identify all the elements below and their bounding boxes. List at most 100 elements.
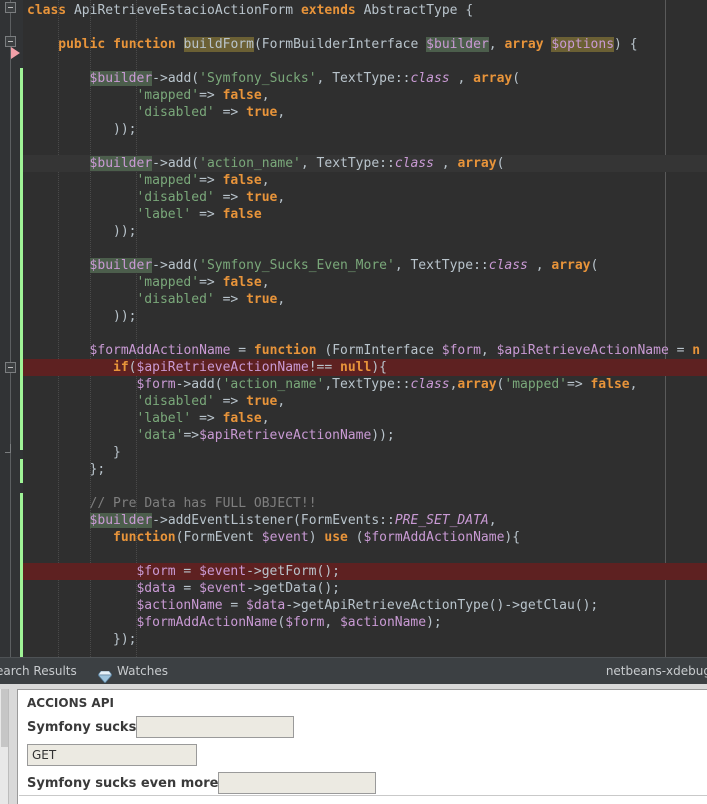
input-method-get[interactable] bbox=[27, 744, 197, 766]
code-token: => bbox=[191, 411, 223, 426]
code-token: 'label' bbox=[136, 411, 192, 426]
tab-search-results-label: earch Results bbox=[0, 664, 77, 678]
tab-watches-label: Watches bbox=[117, 664, 168, 678]
code-token: $event bbox=[261, 530, 309, 545]
code-line[interactable]: 'label' => false, bbox=[136, 410, 269, 427]
code-token: => bbox=[214, 292, 247, 307]
code-line[interactable]: 'data'=>$apiRetrieveActionName)); bbox=[136, 427, 394, 444]
tab-search-results[interactable]: earch Results bbox=[0, 658, 77, 685]
code-token: 'label' bbox=[136, 207, 192, 222]
input-symfony-sucks[interactable] bbox=[136, 716, 295, 738]
error-line-highlight bbox=[23, 563, 707, 580]
code-line[interactable]: )); bbox=[113, 223, 136, 240]
browser-form-panel[interactable]: ACCIONS API Symfony sucks Symfony sucks … bbox=[0, 684, 707, 804]
code-line[interactable]: 'mapped'=> false, bbox=[136, 87, 269, 104]
form-row-symfony-sucks-even-more[interactable]: Symfony sucks even more bbox=[27, 772, 377, 794]
code-line[interactable]: $builder->add('Symfony_Sucks', TextType:… bbox=[89, 70, 521, 87]
code-token: public bbox=[58, 37, 114, 52]
code-line[interactable]: 'disabled' => true, bbox=[136, 104, 285, 121]
code-line[interactable]: }); bbox=[113, 631, 136, 648]
code-token: ){ bbox=[504, 530, 521, 545]
code-line[interactable]: )); bbox=[113, 121, 136, 138]
code-line[interactable]: public function buildForm(FormBuilderInt… bbox=[58, 36, 638, 53]
code-token: ) { bbox=[614, 37, 638, 52]
code-line[interactable]: $formAddActionName = function (FormInter… bbox=[90, 342, 701, 359]
code-token: $apiRetrieveActionName bbox=[199, 428, 372, 443]
fold-toggle-buildform[interactable] bbox=[5, 36, 16, 47]
code-token: , bbox=[261, 411, 270, 426]
panel-scrollbar-thumb[interactable] bbox=[1, 689, 8, 747]
code-line[interactable]: 'disabled' => true, bbox=[136, 291, 285, 308]
fold-toggle-class[interactable] bbox=[5, 2, 16, 13]
form-viewport[interactable]: ACCIONS API Symfony sucks Symfony sucks … bbox=[17, 689, 707, 804]
code-token: TextType:: bbox=[316, 156, 395, 171]
code-token: class bbox=[394, 156, 434, 171]
code-token: function bbox=[113, 37, 184, 52]
code-line[interactable]: )); bbox=[113, 308, 136, 325]
code-line[interactable]: class ApiRetrieveEstacioActionForm exten… bbox=[27, 2, 473, 19]
code-token: 'disabled' bbox=[136, 394, 215, 409]
code-token: 'action_name' bbox=[222, 377, 325, 392]
code-token: $builder bbox=[426, 37, 489, 52]
code-token: }); bbox=[113, 632, 137, 647]
code-token: ->add( bbox=[152, 258, 200, 273]
bottom-tabbar[interactable]: earch Results Watches netbeans-xdebug bbox=[0, 657, 707, 684]
code-token: $data bbox=[246, 598, 286, 613]
code-token: ->getApiRetrieveActionType()->getClau(); bbox=[285, 598, 599, 613]
code-token: array bbox=[457, 377, 497, 392]
code-token: , bbox=[449, 71, 474, 86]
indent-guide bbox=[58, 0, 60, 657]
code-line[interactable]: $form = $event->getForm(); bbox=[136, 563, 340, 580]
code-token: ->add( bbox=[152, 71, 200, 86]
code-token: PRE_SET_DATA bbox=[394, 513, 489, 528]
panel-scrollbar[interactable] bbox=[0, 689, 9, 804]
code-token: 'mapped' bbox=[136, 88, 200, 103]
code-line[interactable]: 'label' => false bbox=[136, 206, 261, 223]
form-row-symfony-sucks[interactable]: Symfony sucks bbox=[27, 716, 295, 738]
right-margin-line bbox=[665, 0, 666, 657]
code-line[interactable]: $builder->add('action_name', TextType::c… bbox=[89, 155, 504, 172]
code-token: $actionName bbox=[136, 598, 223, 613]
gem-icon bbox=[97, 666, 113, 684]
code-line[interactable]: $data = $event->getData(); bbox=[136, 580, 340, 597]
code-token: // Pre Data has FULL OBJECT!! bbox=[89, 496, 317, 511]
code-token: => bbox=[214, 190, 247, 205]
code-token: null bbox=[340, 360, 372, 375]
code-token: , bbox=[324, 615, 340, 630]
code-token: ( bbox=[512, 71, 521, 86]
code-token: => bbox=[183, 428, 200, 443]
code-line[interactable]: 'disabled' => true, bbox=[136, 189, 285, 206]
code-line[interactable]: 'disabled' => true, bbox=[136, 393, 285, 410]
code-line[interactable]: }; bbox=[90, 461, 106, 478]
current-execution-arrow[interactable] bbox=[11, 47, 20, 59]
form-row-method[interactable] bbox=[27, 744, 197, 766]
code-line[interactable]: $form->add('action_name',TextType::class… bbox=[136, 376, 637, 393]
code-line[interactable]: 'mapped'=> false, bbox=[136, 274, 269, 291]
code-editor[interactable]: class ApiRetrieveEstacioActionForm exten… bbox=[0, 0, 707, 657]
code-token: false bbox=[222, 411, 262, 426]
code-line[interactable]: $builder->add('Symfony_Sucks_Even_More',… bbox=[89, 257, 598, 274]
code-line[interactable]: } bbox=[113, 444, 121, 461]
code-token: 'mapped' bbox=[136, 173, 200, 188]
code-line[interactable]: $formAddActionName($form, $actionName); bbox=[136, 614, 441, 631]
input-symfony-sucks-even-more[interactable] bbox=[218, 772, 377, 794]
fold-toggle-if[interactable] bbox=[5, 362, 16, 373]
form-divider bbox=[19, 795, 707, 796]
code-token: , bbox=[316, 71, 333, 86]
tab-watches[interactable]: Watches bbox=[97, 658, 168, 685]
code-line[interactable]: // Pre Data has FULL OBJECT!! bbox=[90, 495, 317, 512]
code-token: if bbox=[113, 360, 129, 375]
code-token: => bbox=[191, 207, 223, 222]
code-token: 'disabled' bbox=[136, 292, 215, 307]
code-token: $event bbox=[199, 581, 247, 596]
code-line[interactable]: if($apiRetrieveActionName!== null){ bbox=[113, 359, 387, 376]
indent-guide bbox=[89, 0, 91, 657]
code-line[interactable]: $builder->addEventListener(FormEvents::P… bbox=[89, 512, 497, 529]
code-token: = bbox=[175, 564, 200, 579]
code-line[interactable]: $actionName = $data->getApiRetrieveActio… bbox=[136, 597, 598, 614]
code-line[interactable]: 'mapped'=> false, bbox=[136, 172, 269, 189]
code-line[interactable]: function(FormEvent $event) use ($formAdd… bbox=[113, 529, 520, 546]
code-surface[interactable]: class ApiRetrieveEstacioActionForm exten… bbox=[23, 0, 707, 657]
status-debugger-session: netbeans-xdebug bbox=[605, 664, 707, 678]
